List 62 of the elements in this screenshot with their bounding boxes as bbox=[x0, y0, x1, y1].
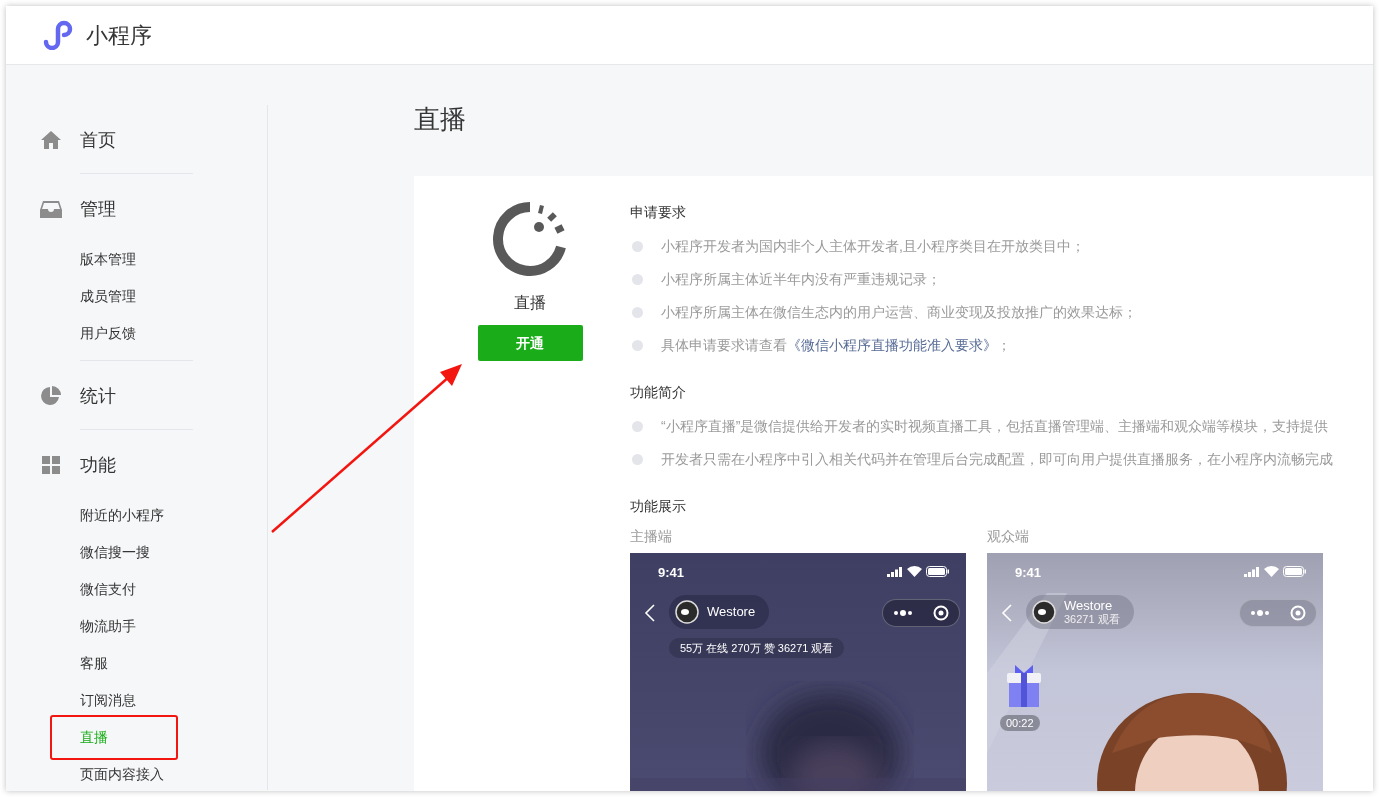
sidebar-item[interactable]: 页面内容接入 bbox=[80, 764, 164, 785]
phone-caption: 主播端 bbox=[630, 527, 673, 546]
requirement-text: 小程序所属主体近半年内没有严重违规记录； bbox=[661, 270, 941, 289]
requirement-text: 小程序开发者为国内非个人主体开发者,且小程序类目在开放类目中； bbox=[661, 237, 1085, 256]
inbox-icon bbox=[40, 199, 62, 219]
stats-label: 55万 在线 270万 赞 36271 观看 bbox=[669, 638, 845, 658]
battery-icon bbox=[1283, 566, 1307, 577]
signal-icon bbox=[1244, 566, 1260, 577]
sidebar-item[interactable]: 统计 bbox=[80, 382, 116, 410]
wifi-icon bbox=[1264, 566, 1279, 577]
bullet-icon bbox=[632, 421, 643, 432]
document-link[interactable]: 《微信小程序直播功能准入要求》 bbox=[787, 337, 997, 353]
sidebar-item[interactable]: 订阅消息 bbox=[80, 690, 136, 711]
sidebar-item[interactable]: 物流助手 bbox=[80, 616, 136, 637]
sidebar-item[interactable]: 版本管理 bbox=[80, 249, 136, 270]
gift-icon bbox=[1005, 663, 1043, 709]
pie-chart-icon bbox=[40, 386, 62, 406]
section-heading: 申请要求 bbox=[630, 203, 687, 222]
status-time: 9:41 bbox=[658, 564, 685, 582]
back-icon bbox=[1001, 603, 1013, 623]
sidebar-item[interactable]: 管理 bbox=[80, 195, 116, 223]
record-icon bbox=[933, 605, 949, 621]
sidebar-item[interactable]: 用户反馈 bbox=[80, 323, 136, 344]
bullet-icon bbox=[632, 307, 643, 318]
requirement-text: 开发者只需在小程序中引入相关代码并在管理后台完成配置，即可向用户提供直播服务，在小程序内流畅完成 bbox=[661, 450, 1333, 469]
grid-icon bbox=[40, 455, 62, 475]
wifi-icon bbox=[907, 566, 922, 577]
sidebar-item[interactable]: 成员管理 bbox=[80, 286, 136, 307]
bullet-icon bbox=[632, 454, 643, 465]
home-icon bbox=[40, 130, 62, 150]
account-name: Westore bbox=[1064, 599, 1114, 613]
sidebar-item[interactable]: 首页 bbox=[80, 126, 116, 154]
account-name: Westore bbox=[707, 605, 756, 619]
sidebar-item[interactable]: 功能 bbox=[80, 451, 116, 479]
sidebar-item[interactable]: 客服 bbox=[80, 653, 108, 674]
sidebar-item[interactable]: 附近的小程序 bbox=[80, 505, 164, 526]
status-time: 9:41 bbox=[1015, 564, 1042, 582]
section-heading: 功能展示 bbox=[630, 497, 687, 516]
timer-label: 00:22 bbox=[1000, 715, 1040, 731]
viewer-count: 36271 观看 bbox=[1064, 613, 1120, 625]
avatar-icon bbox=[675, 600, 699, 624]
app-title: 小程序 bbox=[86, 21, 152, 50]
feature-name: 直播 bbox=[513, 293, 547, 313]
back-icon bbox=[644, 603, 656, 623]
battery-icon bbox=[926, 566, 950, 577]
bullet-icon bbox=[632, 274, 643, 285]
signal-icon bbox=[887, 566, 903, 577]
record-icon bbox=[1290, 605, 1306, 621]
requirement-text: 小程序所属主体在微信生态内的用户运营、商业变现及投放推广的效果达标； bbox=[661, 303, 1137, 322]
more-icon bbox=[1250, 610, 1270, 616]
avatar-icon bbox=[1032, 600, 1056, 624]
section-heading: 功能简介 bbox=[630, 383, 687, 402]
live-icon bbox=[492, 201, 568, 277]
page-title: 直播 bbox=[414, 103, 467, 136]
bullet-icon bbox=[632, 241, 643, 252]
phone-caption: 观众端 bbox=[987, 527, 1030, 546]
bullet-icon bbox=[632, 340, 643, 351]
sidebar-item[interactable]: 微信支付 bbox=[80, 579, 136, 600]
requirement-text: “小程序直播”是微信提供给开发者的实时视频直播工具，包括直播管理端、主播端和观众端等模块，支持提供 bbox=[661, 417, 1329, 436]
sidebar-item[interactable]: 微信搜一搜 bbox=[80, 542, 150, 563]
requirement-text: 具体申请要求请查看《微信小程序直播功能准入要求》； bbox=[661, 336, 1011, 355]
more-icon bbox=[893, 610, 913, 616]
